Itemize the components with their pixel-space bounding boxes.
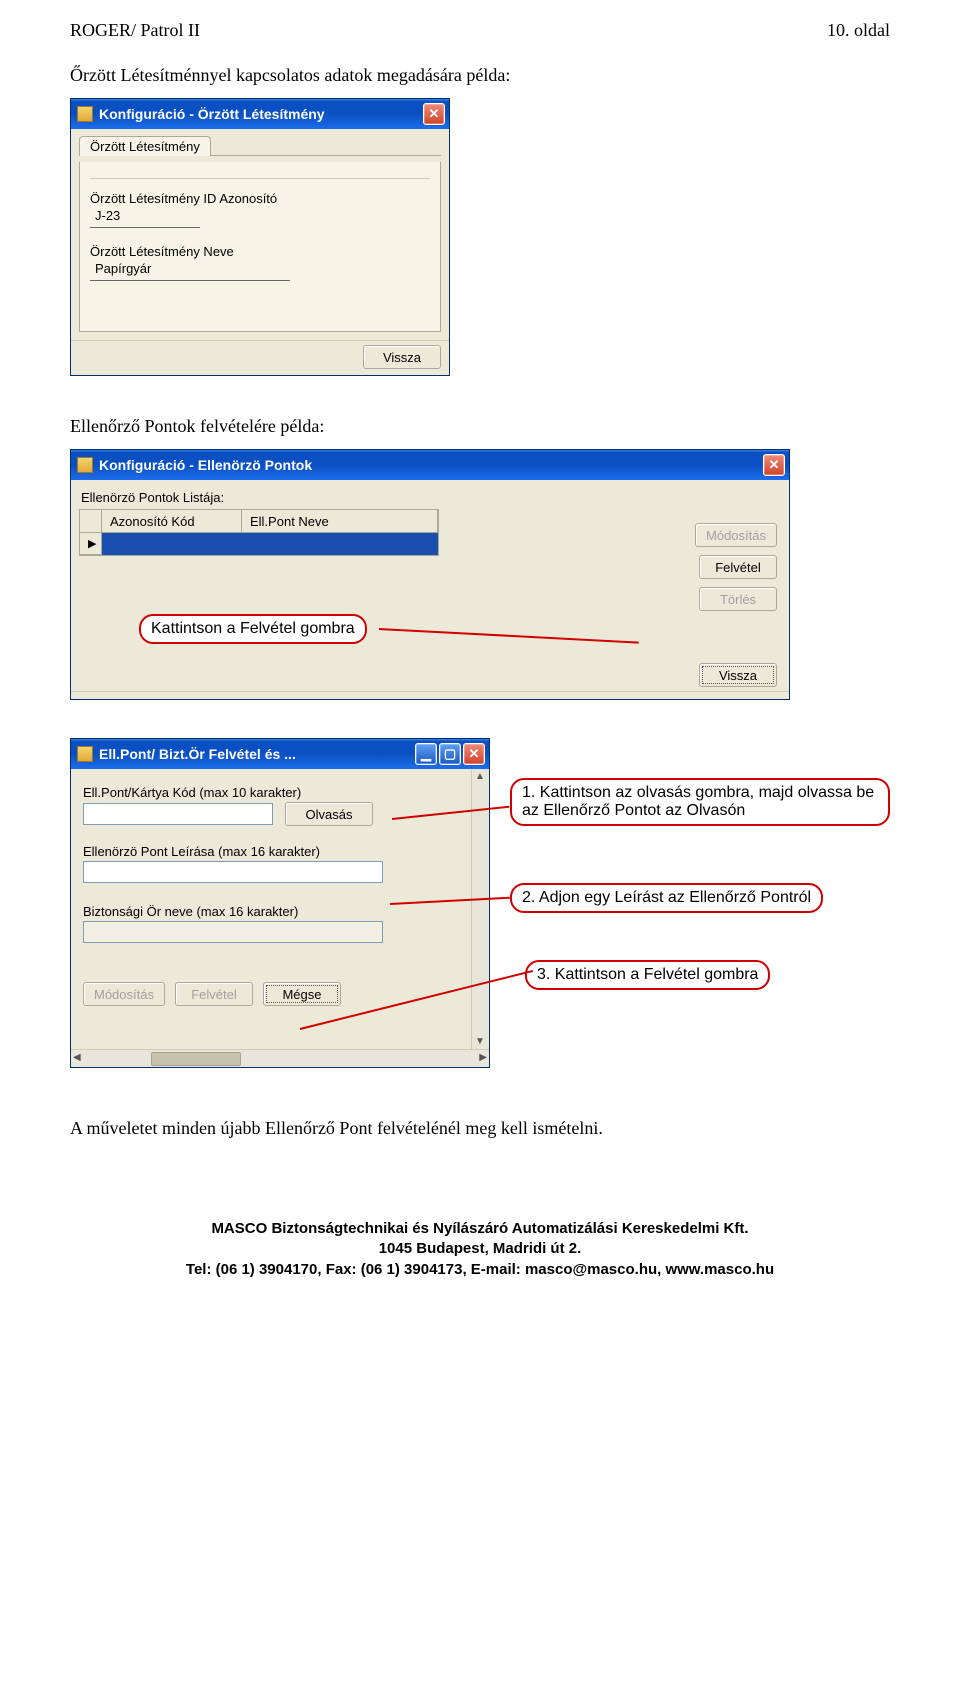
modify-button: Módosítás (695, 523, 777, 547)
app-icon (77, 457, 93, 473)
row-selector-header (80, 510, 102, 532)
code-label: Ell.Pont/Kártya Kód (max 10 karakter) (83, 785, 459, 800)
closing-note: A műveletet minden újabb Ellenőrző Pont … (70, 1118, 890, 1139)
col-id[interactable]: Azonosító Kód (102, 510, 242, 532)
selected-row[interactable] (102, 533, 438, 555)
app-icon (77, 746, 93, 762)
facility-id-input[interactable]: J-23 (90, 206, 200, 228)
facility-name-input[interactable]: Papírgyár (90, 259, 290, 281)
doc-footer: MASCO Biztonságtechnikai és Nyílászáró A… (70, 1219, 890, 1280)
header-left: ROGER/ Patrol II (70, 20, 200, 41)
titlebar[interactable]: Konfiguráció - Örzött Létesítmény ✕ (71, 99, 449, 129)
tab-facility[interactable]: Örzött Létesítmény (79, 136, 211, 156)
window-title: Konfiguráció - Ellenörzö Pontok (99, 457, 312, 473)
close-icon[interactable]: ✕ (763, 454, 785, 476)
titlebar[interactable]: Konfiguráció - Ellenörzö Pontok ✕ (71, 450, 789, 480)
window-title: Ell.Pont/ Bizt.Ör Felvétel és ... (99, 746, 296, 762)
section2-intro: Ellenőrző Pontok felvételére példa: (70, 416, 890, 437)
add-button[interactable]: Felvétel (699, 555, 777, 579)
list-label: Ellenörzö Pontok Listája: (81, 490, 781, 505)
back-button[interactable]: Vissza (363, 345, 441, 369)
maximize-icon[interactable]: ▢ (439, 743, 461, 765)
section1-intro: Őrzött Létesítménnyel kapcsolatos adatok… (70, 65, 890, 86)
minimize-icon[interactable]: ▁ (415, 743, 437, 765)
checkpoints-config-window: Konfiguráció - Ellenörzö Pontok ✕ Ellenö… (70, 449, 790, 700)
header-right: 10. oldal (827, 20, 890, 41)
footer-line-2: 1045 Budapest, Madridi út 2. (70, 1239, 890, 1259)
add-button: Felvétel (175, 982, 253, 1006)
footer-line-1: MASCO Biztonságtechnikai és Nyílászáró A… (70, 1219, 890, 1239)
facility-config-window: Konfiguráció - Örzött Létesítmény ✕ Örzö… (70, 98, 450, 376)
delete-button: Törlés (699, 587, 777, 611)
doc-header: ROGER/ Patrol II 10. oldal (70, 20, 890, 41)
guard-label: Biztonsági Ör neve (max 16 karakter) (83, 904, 459, 919)
footer-line-3: Tel: (06 1) 3904170, Fax: (06 1) 3904173… (70, 1260, 890, 1280)
read-button[interactable]: Olvasás (285, 802, 373, 826)
col-name[interactable]: Ell.Pont Neve (242, 510, 438, 532)
row-marker-icon: ▶ (80, 533, 102, 555)
guard-input[interactable] (83, 921, 383, 943)
window-title: Konfiguráció - Örzött Létesítmény (99, 106, 325, 122)
back-button[interactable]: Vissza (699, 663, 777, 687)
titlebar[interactable]: Ell.Pont/ Bizt.Ör Felvétel és ... ▁ ▢ ✕ (71, 739, 489, 769)
app-icon (77, 106, 93, 122)
desc-input[interactable] (83, 861, 383, 883)
scrollbar-thumb[interactable] (151, 1052, 241, 1066)
callout-click-add: Kattintson a Felvétel gombra (139, 614, 367, 644)
callout-step-3: 3. Kattintson a Felvétel gombra (525, 960, 770, 990)
facility-id-label: Örzött Létesítmény ID Azonosító (90, 191, 430, 206)
callout-step-2: 2. Adjon egy Leírást az Ellenőrző Pontró… (510, 883, 823, 913)
modify-button: Módosítás (83, 982, 165, 1006)
facility-name-label: Örzött Létesítmény Neve (90, 244, 430, 259)
code-input[interactable] (83, 803, 273, 825)
horizontal-scrollbar[interactable] (71, 1049, 489, 1067)
close-icon[interactable]: ✕ (463, 743, 485, 765)
close-icon[interactable]: ✕ (423, 103, 445, 125)
desc-label: Ellenörzö Pont Leírása (max 16 karakter) (83, 844, 459, 859)
callout-step-1: 1. Kattintson az olvasás gombra, majd ol… (510, 778, 890, 826)
cancel-button[interactable]: Mégse (263, 982, 341, 1006)
